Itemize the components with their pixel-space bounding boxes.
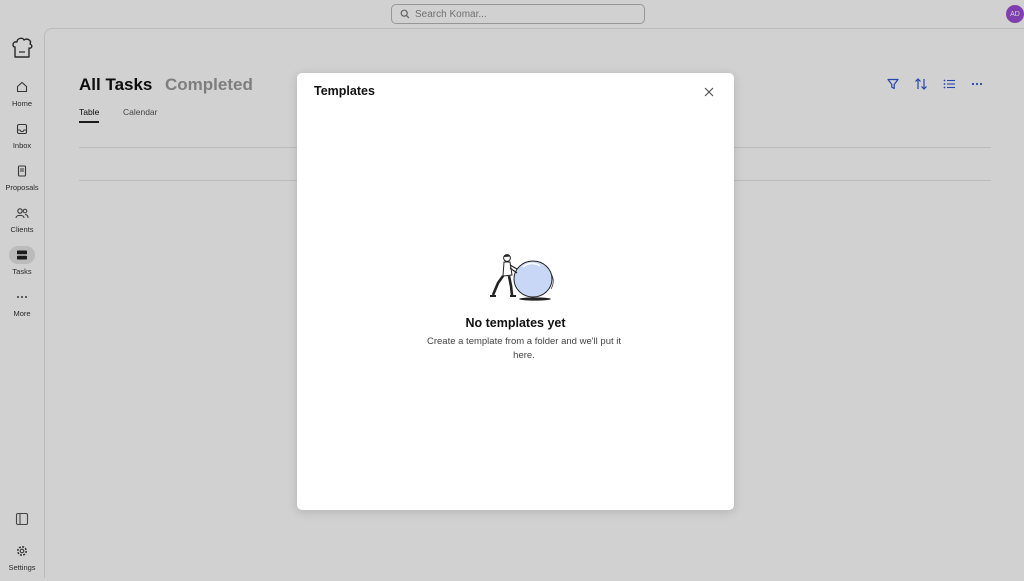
templates-modal: Templates No templates yet Create a temp…	[297, 73, 734, 510]
modal-title: Templates	[314, 84, 375, 98]
empty-state-title: No templates yet	[465, 316, 566, 330]
close-icon[interactable]	[702, 85, 716, 99]
empty-state-description: Create a template from a folder and we'l…	[426, 336, 622, 361]
empty-state-illustration	[490, 254, 554, 301]
